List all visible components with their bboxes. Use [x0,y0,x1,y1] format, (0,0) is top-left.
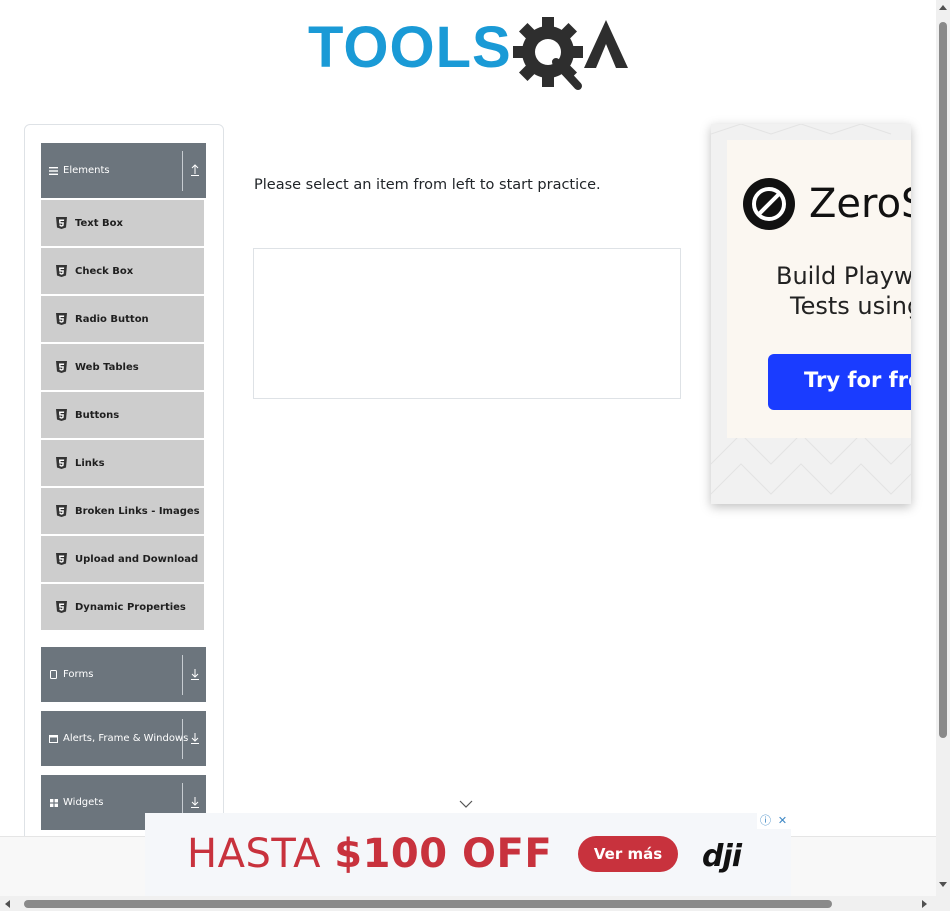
menu-item-buttons[interactable]: Buttons [41,392,204,440]
bottom-banner-ad[interactable]: HASTA $100 OFF Ver más dji [145,813,791,896]
arrow-down-icon [191,797,199,808]
document-icon [49,670,58,679]
html5-icon [56,553,67,565]
ad-line-2: Tests using [790,292,911,320]
html5-icon [56,505,67,517]
right-ad[interactable]: ZeroSt Build Playwri Tests using Try for… [711,124,911,504]
arrow-up-icon [191,164,199,176]
menu-item-label: Buttons [75,409,120,421]
menu-item-label: Web Tables [75,361,139,373]
intro-text: Please select an item from left to start… [254,177,601,193]
grid-icon [49,798,58,807]
menu-item-label: Broken Links - Images [75,505,200,517]
ad-brand-text: ZeroSt [809,181,911,227]
ad-controls: ⓘ ✕ [757,813,791,829]
html5-icon [56,361,67,373]
divider [182,655,183,695]
chevron-down-icon[interactable] [458,799,474,809]
group-label: Alerts, Frame & Windows [63,733,189,744]
group-label: Elements [63,165,110,176]
logo-text-tools: TOOLS [308,15,512,80]
zerostep-logo-icon [743,178,795,230]
scroll-down-arrow-icon[interactable] [939,882,947,888]
divider [182,719,183,759]
menu-item-broken-links-images[interactable]: Broken Links - Images [41,488,204,536]
group-label: Forms [63,669,94,680]
html5-icon [56,457,67,469]
content-placeholder-box [253,248,681,399]
banner-text-plain: HASTA [187,831,335,877]
menu-item-label: Text Box [75,217,123,229]
menu-item-label: Check Box [75,265,134,277]
horizontal-scroll-thumb[interactable] [24,900,832,908]
scroll-right-arrow-icon[interactable] [922,900,928,908]
scroll-up-arrow-icon[interactable] [939,4,947,10]
toolsqa-logo[interactable]: TOOLS [308,14,632,92]
html5-icon [56,601,67,613]
horizontal-scrollbar[interactable] [0,896,950,911]
html5-icon [56,265,67,277]
vertical-scrollbar[interactable] [936,0,950,896]
menu-item-dynamic-properties[interactable]: Dynamic Properties [41,584,204,632]
menu-item-check-box[interactable]: Check Box [41,248,204,296]
menu-item-label: Links [75,457,105,469]
ad-close-icon[interactable]: ✕ [774,813,791,829]
group-elements[interactable]: Elements [41,143,206,198]
menu-item-label: Radio Button [75,313,149,325]
html5-icon [56,409,67,421]
dji-logo: dji [702,839,742,874]
menu-item-web-tables[interactable]: Web Tables [41,344,204,392]
menu-item-upload-and-download[interactable]: Upload and Download [41,536,204,584]
logo-letter-a [584,20,628,68]
left-panel: Elements Text Box Check Box Radio Button… [24,124,224,866]
arrow-down-icon [191,669,199,680]
window-icon [49,734,58,743]
scroll-left-arrow-icon[interactable] [4,900,10,908]
menu-item-text-box[interactable]: Text Box [41,200,204,248]
ad-card: ZeroSt Build Playwri Tests using Try for… [727,140,911,438]
button-label: Try for free [804,368,911,392]
html5-icon [56,313,67,325]
arrow-down-icon [191,733,199,744]
group-label: Widgets [63,797,104,808]
group-alerts-frame-windows[interactable]: Alerts, Frame & Windows [41,711,206,766]
try-for-free-button[interactable]: Try for free → [768,354,911,410]
elements-menu-list: Text Box Check Box Radio Button Web Tabl… [41,200,204,632]
divider [182,151,183,191]
menu-item-radio-button[interactable]: Radio Button [41,296,204,344]
ad-line-1: Build Playwri [776,262,911,290]
banner-text-bold: $100 OFF [334,831,553,877]
ad-info-icon[interactable]: ⓘ [757,813,774,829]
banner-headline: HASTA $100 OFF [187,831,552,877]
menu-item-label: Dynamic Properties [75,601,186,613]
menu-item-links[interactable]: Links [41,440,204,488]
hamburger-icon [49,166,58,175]
group-forms[interactable]: Forms [41,647,206,702]
ad-brand: ZeroSt [743,178,911,230]
ver-mas-button[interactable]: Ver más [578,836,678,872]
gear-icon [513,17,583,90]
vertical-scroll-thumb[interactable] [939,22,947,738]
html5-icon [56,217,67,229]
menu-item-label: Upload and Download [75,553,199,565]
